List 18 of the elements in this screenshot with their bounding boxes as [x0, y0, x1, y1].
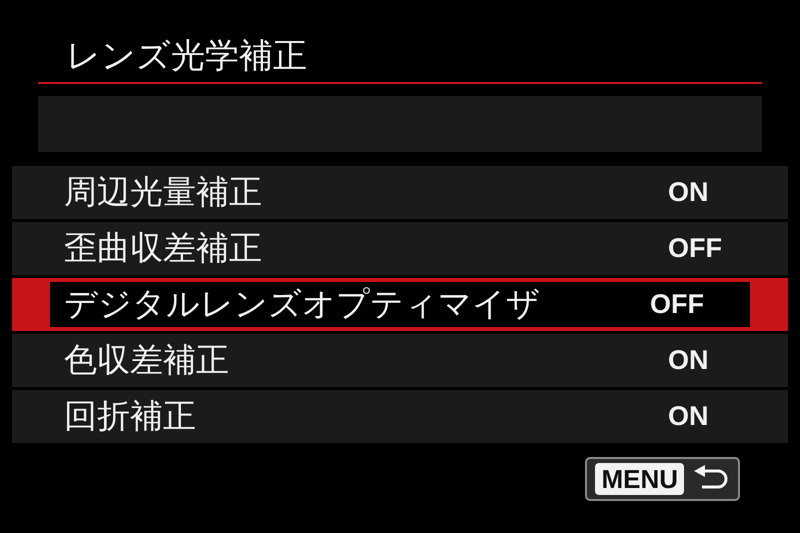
- item-value: ON: [668, 177, 710, 208]
- item-value: ON: [668, 401, 710, 432]
- item-label: 歪曲収差補正: [64, 227, 263, 269]
- menu-item[interactable]: 回折補正 ON: [12, 390, 788, 443]
- menu-item[interactable]: 歪曲収差補正 OFF: [12, 222, 788, 275]
- item-label: 周辺光量補正: [64, 171, 263, 213]
- menu-item[interactable]: デジタルレンズオプティマイザ OFF: [12, 278, 788, 331]
- menu-item[interactable]: 周辺光量補正 ON: [12, 166, 788, 219]
- item-value: OFF: [668, 233, 723, 264]
- menu-key: MENU: [595, 463, 684, 495]
- item-value: ON: [668, 345, 710, 376]
- item-value: OFF: [650, 289, 705, 320]
- back-button[interactable]: MENU: [585, 457, 740, 501]
- menu-title: レンズ光学補正: [66, 38, 308, 74]
- menu-item[interactable]: 色収差補正 ON: [12, 334, 788, 387]
- item-label: デジタルレンズオプティマイザ: [64, 283, 541, 325]
- item-label: 回折補正: [64, 395, 197, 437]
- item-label: 色収差補正: [64, 339, 230, 381]
